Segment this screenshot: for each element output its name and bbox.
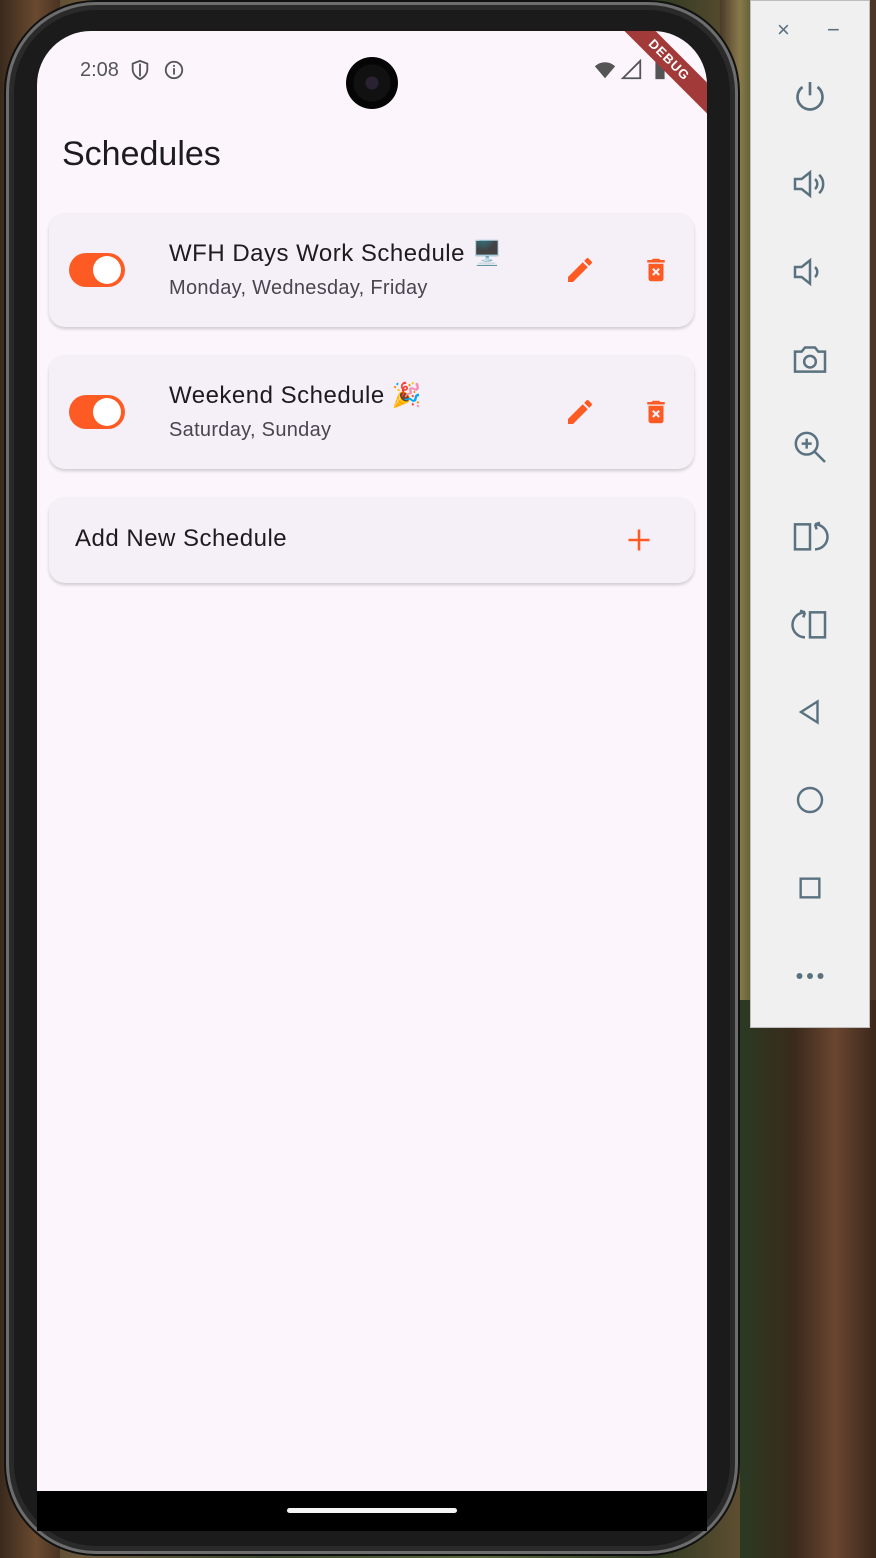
- edit-icon: [568, 399, 593, 424]
- page-title: Schedules: [62, 135, 221, 173]
- overview-icon: [799, 877, 821, 899]
- front-camera: [346, 57, 398, 109]
- edit-icon: [568, 257, 593, 282]
- home-icon: [796, 786, 824, 814]
- schedule-days: Saturday, Sunday: [169, 419, 332, 441]
- volume-down-button[interactable]: [788, 250, 832, 294]
- rotate-left-button[interactable]: [788, 514, 832, 558]
- status-bar: 2:08 DEBUG: [37, 31, 707, 118]
- delete-icon: [647, 258, 665, 282]
- overview-button[interactable]: [788, 866, 832, 910]
- home-button[interactable]: [788, 778, 832, 822]
- add-schedule-label: Add New Schedule: [75, 525, 288, 552]
- schedule-days: Monday, Wednesday, Friday: [169, 277, 428, 299]
- back-icon: [798, 699, 819, 725]
- schedule-toggle[interactable]: [69, 253, 125, 287]
- plus-icon: [628, 529, 650, 551]
- zoom-in-icon: [794, 431, 826, 463]
- rotate-left-icon: [793, 521, 829, 551]
- screenshot-button[interactable]: [788, 338, 832, 382]
- power-icon: [796, 82, 824, 111]
- rotate-right-button[interactable]: [788, 602, 832, 646]
- home-indicator[interactable]: [287, 1508, 457, 1513]
- minimize-button[interactable]: −: [827, 17, 840, 43]
- rotate-right-icon: [791, 609, 827, 639]
- phone-screen: 2:08 DEBUG Schedules WFH Days Work Sched…: [37, 31, 707, 1491]
- edit-button[interactable]: [560, 250, 600, 290]
- edit-button[interactable]: [560, 392, 600, 432]
- close-button[interactable]: ×: [777, 17, 790, 43]
- volume-down-icon: [793, 257, 819, 287]
- back-button[interactable]: [788, 690, 832, 734]
- add-schedule-card[interactable]: Add New Schedule: [49, 497, 694, 583]
- more-icon: [796, 973, 824, 979]
- volume-up-icon: [793, 169, 825, 199]
- status-time: 2:08: [80, 59, 119, 81]
- zoom-button[interactable]: [788, 425, 832, 469]
- volume-up-button[interactable]: [788, 162, 832, 206]
- cellular-signal-icon: [621, 59, 642, 80]
- power-button[interactable]: [788, 75, 832, 119]
- schedule-card[interactable]: WFH Days Work Schedule 🖥️ Monday, Wednes…: [49, 213, 694, 327]
- delete-button[interactable]: [636, 250, 676, 290]
- more-button[interactable]: [788, 954, 832, 998]
- delete-icon: [647, 400, 665, 424]
- shield-icon: [131, 59, 149, 81]
- schedule-toggle[interactable]: [69, 395, 125, 429]
- emulator-control-panel: × −: [750, 0, 870, 1028]
- background-tree-right: [740, 1000, 876, 1558]
- wifi-icon: [594, 62, 616, 79]
- add-schedule-button[interactable]: [619, 520, 659, 560]
- camera-icon: [793, 346, 827, 373]
- delete-button[interactable]: [636, 392, 676, 432]
- schedule-title: WFH Days Work Schedule 🖥️: [169, 240, 503, 267]
- info-icon: [164, 60, 184, 80]
- schedule-card[interactable]: Weekend Schedule 🎉 Saturday, Sunday: [49, 355, 694, 469]
- schedule-title: Weekend Schedule 🎉: [169, 382, 423, 409]
